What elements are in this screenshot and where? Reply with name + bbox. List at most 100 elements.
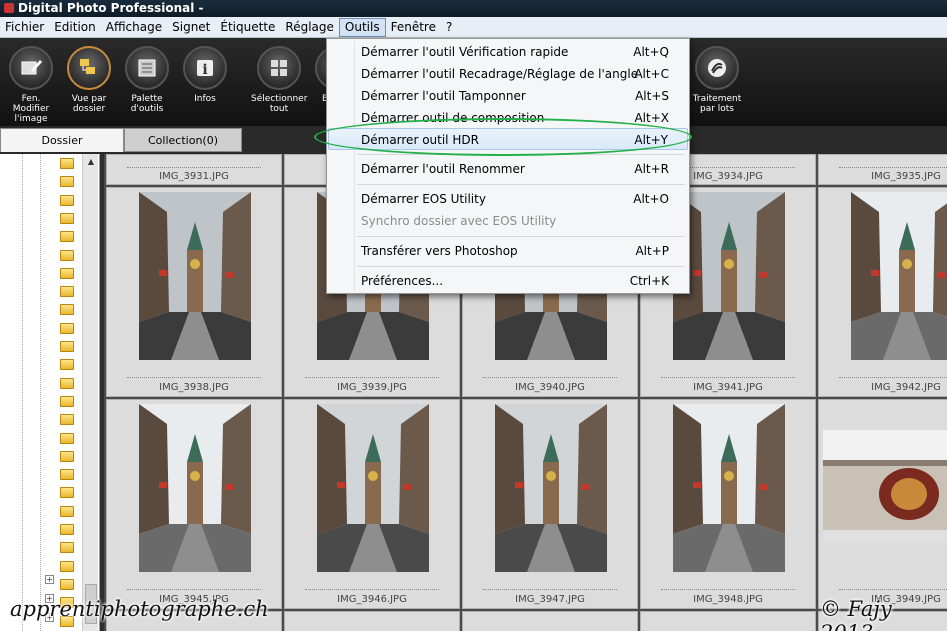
folder-item[interactable]: [60, 231, 74, 243]
divider: [127, 167, 261, 168]
folder-icon: [60, 506, 74, 517]
menu-item-label: Démarrer l'outil Renommer: [361, 162, 525, 176]
menu-item-verification-rapide[interactable]: Démarrer l'outil Vérification rapide Alt…: [327, 41, 689, 63]
divider: [839, 377, 947, 378]
folder-item[interactable]: [60, 323, 74, 335]
divider: [839, 589, 947, 590]
menu-bar: Fichier Edition Affichage Signet Étiquet…: [0, 17, 947, 38]
folder-item[interactable]: [60, 359, 74, 371]
folder-item[interactable]: [60, 579, 74, 591]
tool-label: Traitement: [692, 94, 742, 104]
thumbnail-cell[interactable]: IMG_3942.JPG: [818, 187, 947, 397]
thumbnail-filename: IMG_3935.JPG: [871, 171, 941, 182]
thumbnail-cell[interactable]: IMG_3938.JPG: [106, 187, 282, 397]
thumbnail-filename: IMG_3942.JPG: [871, 382, 941, 393]
batch-process-icon: [695, 46, 739, 90]
menu-signet[interactable]: Signet: [167, 18, 215, 37]
divider: [839, 167, 947, 168]
divider: [661, 589, 795, 590]
folder-item[interactable]: [60, 506, 74, 518]
thumbnail-cell[interactable]: IMG_3948.JPG: [640, 399, 816, 609]
divider: [661, 377, 795, 378]
folder-item[interactable]: [60, 286, 74, 298]
thumbnail-cell[interactable]: IMG_3947.JPG: [462, 399, 638, 609]
tab-dossier[interactable]: Dossier: [0, 128, 124, 152]
folder-item[interactable]: [60, 414, 74, 426]
watermark-left: apprentiphotographe.ch: [10, 597, 269, 621]
select-all-icon: [257, 46, 301, 90]
folder-item[interactable]: [60, 158, 74, 170]
scroll-up-arrow-icon[interactable]: ▲: [83, 154, 99, 170]
folder-item[interactable]: [60, 396, 74, 408]
expand-icon[interactable]: +: [45, 575, 54, 584]
thumbnail-cell[interactable]: [640, 611, 816, 631]
menu-fenetre[interactable]: Fenêtre: [386, 18, 441, 37]
folder-item[interactable]: [60, 542, 74, 554]
edit-image-button[interactable]: Fen. Modifier l'image: [3, 46, 59, 124]
thumbnail-cell[interactable]: IMG_3945.JPG: [106, 399, 282, 609]
tool-label: Sélectionner: [251, 94, 308, 104]
menu-outils[interactable]: Outils: [338, 17, 386, 37]
folder-item[interactable]: [60, 176, 74, 188]
thumbnail-cell[interactable]: IMG_3931.JPG: [106, 154, 282, 185]
menu-edition[interactable]: Edition: [49, 18, 101, 37]
thumbnail-cell[interactable]: IMG_3935.JPG: [818, 154, 947, 185]
folder-scrollbar[interactable]: ▲: [82, 154, 98, 631]
menu-etiquette[interactable]: Étiquette: [215, 18, 280, 37]
menu-item-renommer[interactable]: Démarrer l'outil Renommer Alt+R: [327, 158, 689, 180]
menu-affichage[interactable]: Affichage: [101, 18, 167, 37]
thumbnail-filename: IMG_3941.JPG: [693, 382, 763, 393]
tool-palette-button[interactable]: Palette d'outils: [119, 46, 175, 114]
folder-item[interactable]: [60, 561, 74, 573]
thumbnail-cell[interactable]: IMG_3946.JPG: [284, 399, 460, 609]
folder-item[interactable]: [60, 524, 74, 536]
tool-palette-icon: [125, 46, 169, 90]
folder-item[interactable]: [60, 433, 74, 445]
tool-label: Palette: [131, 94, 163, 104]
menu-help[interactable]: ?: [441, 18, 457, 37]
thumbnail-cell[interactable]: IMG_3949.JPG: [818, 399, 947, 609]
folder-view-button[interactable]: Vue par dossier: [61, 46, 117, 114]
thumbnail-cell[interactable]: [462, 611, 638, 631]
folder-item[interactable]: [60, 469, 74, 481]
folder-item[interactable]: [60, 378, 74, 390]
menu-item-photoshop[interactable]: Transférer vers Photoshop Alt+P: [327, 240, 689, 262]
menu-reglage[interactable]: Réglage: [280, 18, 339, 37]
tab-collection[interactable]: Collection(0): [124, 128, 242, 152]
menu-item-recadrage[interactable]: Démarrer l'outil Recadrage/Réglage de l'…: [327, 63, 689, 85]
folder-item[interactable]: [60, 304, 74, 316]
folder-item[interactable]: [60, 268, 74, 280]
thumbnail-filename: IMG_3948.JPG: [693, 594, 763, 605]
divider: [305, 377, 439, 378]
thumbnail-filename: IMG_3947.JPG: [515, 594, 585, 605]
folder-item[interactable]: [60, 250, 74, 262]
divider: [127, 377, 261, 378]
watermark-right: © Fajy 2013: [820, 597, 892, 631]
menu-item-preferences[interactable]: Préférences... Ctrl+K: [327, 270, 689, 292]
thumbnail-photo: [823, 430, 947, 542]
folder-item[interactable]: [60, 451, 74, 463]
menu-item-eos-utility[interactable]: Démarrer EOS Utility Alt+O: [327, 188, 689, 210]
thumbnail-cell[interactable]: [284, 611, 460, 631]
select-all-button[interactable]: Sélectionner tout: [251, 46, 307, 114]
tool-label: tout: [269, 104, 289, 114]
tool-label: Vue par: [71, 94, 107, 104]
menu-item-label: Transférer vers Photoshop: [361, 244, 518, 258]
outils-dropdown-menu: Démarrer l'outil Vérification rapide Alt…: [326, 38, 690, 294]
divider: [483, 377, 617, 378]
folder-item[interactable]: [60, 341, 74, 353]
info-button[interactable]: i Infos: [177, 46, 233, 104]
tool-label: l'image: [14, 114, 48, 124]
thumbnail-filename: IMG_3938.JPG: [159, 382, 229, 393]
folder-item[interactable]: [60, 487, 74, 499]
folder-icon: [60, 414, 74, 425]
folder-item[interactable]: [60, 195, 74, 207]
menu-fichier[interactable]: Fichier: [0, 18, 49, 37]
menu-separator: [357, 236, 685, 237]
batch-process-button[interactable]: Traitement par lots: [689, 46, 745, 114]
tool-label: dossier: [72, 104, 106, 114]
menu-item-label: Synchro dossier avec EOS Utility: [361, 214, 557, 228]
menu-item-tamponner[interactable]: Démarrer l'outil Tamponner Alt+S: [327, 85, 689, 107]
folder-icon: [60, 433, 74, 444]
folder-item[interactable]: [60, 213, 74, 225]
